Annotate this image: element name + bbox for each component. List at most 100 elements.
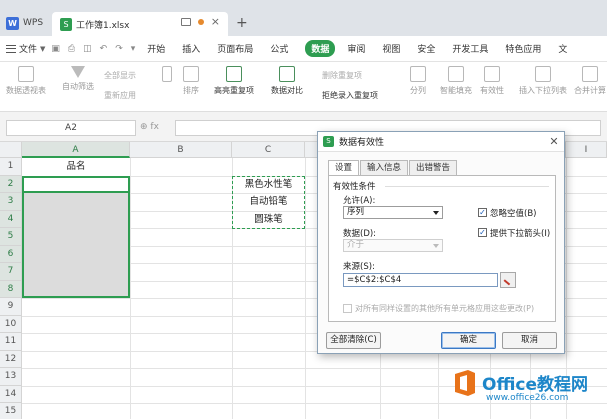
smart-fill-icon — [448, 66, 464, 82]
ignore-blank-label[interactable]: 忽略空值(B) — [490, 207, 536, 219]
row-header-9[interactable]: 9 — [0, 298, 22, 316]
file-tab[interactable]: S 工作簿1.xlsx × — [52, 12, 228, 36]
row-header-15[interactable]: 15 — [0, 403, 22, 419]
column-header-a[interactable]: A — [22, 142, 130, 158]
wps-tab-label: WPS — [23, 18, 44, 28]
data-validation-dialog: S 数据有效性 ✕ 设置 输入信息 出错警告 有效性条件 允许(A): 序列 ✓… — [317, 131, 565, 354]
highlight-duplicates-button[interactable]: 高亮重复项 — [214, 66, 254, 96]
menu-home[interactable]: 开始 — [147, 42, 165, 55]
active-cell-a2[interactable] — [22, 175, 130, 193]
dropdown-arrow-icon — [433, 244, 439, 248]
column-header-i[interactable]: I — [566, 142, 607, 158]
menu-review[interactable]: 审阅 — [347, 42, 365, 55]
group-divider — [385, 186, 549, 187]
tab-settings[interactable]: 设置 — [328, 160, 360, 176]
row-header-6[interactable]: 6 — [0, 245, 22, 263]
menu-view[interactable]: 视图 — [382, 42, 400, 55]
redo-icon[interactable]: ↷ — [115, 44, 123, 54]
select-all-corner[interactable] — [0, 142, 22, 158]
tab-error-alert[interactable]: 出错警告 — [409, 160, 458, 175]
unsaved-dot-icon — [197, 19, 204, 25]
row-header-14[interactable]: 14 — [0, 385, 22, 403]
sort-ascending-button[interactable] — [162, 66, 172, 85]
menu-data[interactable]: 数据 — [305, 40, 336, 57]
clear-all-button[interactable]: 全部清除(C) — [326, 332, 381, 349]
row-header-4[interactable]: 4 — [0, 210, 22, 228]
ok-button[interactable]: 确定 — [441, 332, 496, 349]
split-column-button[interactable]: 分列 — [410, 66, 426, 96]
file-tab-label: 工作簿1.xlsx — [76, 20, 130, 31]
preview-icon[interactable]: ◫ — [83, 44, 92, 54]
grid-line — [22, 368, 607, 369]
pivot-table-icon — [18, 66, 34, 82]
monitor-icon[interactable] — [180, 18, 191, 26]
row-header-13[interactable]: 13 — [0, 368, 22, 386]
column-header-c[interactable]: C — [232, 142, 305, 158]
grid-line — [22, 403, 607, 404]
ignore-blank-checkbox[interactable]: ✓ — [478, 208, 487, 217]
filter-icon — [71, 66, 85, 78]
name-box[interactable]: A2 — [6, 120, 136, 136]
cancel-button[interactable]: 取消 — [502, 332, 557, 349]
smart-fill-button[interactable]: 智能填充 — [440, 66, 472, 96]
range-select-icon[interactable] — [500, 272, 516, 288]
new-tab-button[interactable]: + — [236, 15, 248, 31]
dropdown-arrow-checkbox[interactable]: ✓ — [478, 228, 487, 237]
insert-dropdown-button[interactable]: 插入下拉列表 — [519, 66, 567, 96]
allow-label: 允许(A): — [343, 196, 376, 206]
row-header-7[interactable]: 7 — [0, 263, 22, 281]
remove-duplicates-button[interactable]: 删除重复项 — [322, 70, 362, 81]
row-header-10[interactable]: 10 — [0, 315, 22, 333]
close-icon[interactable]: ✕ — [546, 134, 562, 150]
validity-button[interactable]: 有效性 — [480, 66, 504, 96]
data-compare-button[interactable]: 数据对比 — [271, 66, 303, 96]
grid-line — [130, 158, 131, 419]
grid-line — [305, 158, 306, 419]
cell-a1[interactable]: 品名 — [22, 158, 130, 176]
row-header-2[interactable]: 2 — [0, 175, 22, 193]
menu-insert[interactable]: 插入 — [182, 42, 200, 55]
function-icon[interactable]: ⊕ fx — [140, 122, 159, 132]
show-all-button[interactable]: 全部显示 — [104, 70, 136, 81]
menu-developer[interactable]: 开发工具 — [452, 42, 488, 55]
menu-page-layout[interactable]: 页面布局 — [217, 42, 253, 55]
close-tab-icon[interactable]: × — [211, 16, 220, 27]
menu-features[interactable]: 特色应用 — [505, 42, 541, 55]
menu-security[interactable]: 安全 — [417, 42, 435, 55]
selected-range-a2-a8[interactable] — [22, 175, 130, 298]
tab-input-message[interactable]: 输入信息 — [360, 160, 409, 175]
row-header-3[interactable]: 3 — [0, 193, 22, 211]
office-logo-icon — [455, 370, 475, 396]
pivot-table-button[interactable]: 数据透视表 — [6, 66, 46, 96]
undo-icon[interactable]: ↶ — [100, 44, 108, 54]
source-input[interactable]: =$C$2:$C$4 — [343, 273, 498, 287]
column-header-b[interactable]: B — [130, 142, 232, 158]
sort-button[interactable]: 排序 — [183, 66, 199, 96]
menu-more[interactable]: 文 — [558, 42, 567, 55]
reapply-button[interactable]: 重新应用 — [104, 90, 136, 101]
merge-calc-button[interactable]: 合并计算 — [574, 66, 606, 96]
wps-home-tab[interactable]: W WPS — [0, 10, 48, 36]
menu-formulas[interactable]: 公式 — [270, 42, 288, 55]
group-title: 有效性条件 — [333, 182, 376, 192]
apply-all-checkbox — [343, 304, 352, 313]
row-header-5[interactable]: 5 — [0, 228, 22, 246]
row-header-8[interactable]: 8 — [0, 280, 22, 298]
print-icon[interactable]: ⎙ — [68, 44, 75, 54]
auto-filter-button[interactable]: 自动筛选 — [62, 66, 94, 92]
customize-icon[interactable]: ▾ — [131, 44, 136, 54]
wps-logo-icon: W — [6, 16, 19, 30]
allow-select[interactable]: 序列 — [343, 206, 443, 219]
data-select-value: 介于 — [347, 240, 365, 250]
row-header-11[interactable]: 11 — [0, 333, 22, 351]
file-menu[interactable]: 文件 ▼ — [6, 42, 45, 55]
sort-az-icon — [183, 66, 199, 82]
row-header-1[interactable]: 1 — [0, 158, 22, 176]
apply-all-label: 对所有同样设置的其他所有单元格应用这些更改(P) — [355, 304, 535, 313]
dropdown-arrow-label[interactable]: 提供下拉箭头(I) — [490, 227, 550, 239]
save-icon[interactable]: ▣ — [51, 44, 60, 54]
reject-duplicates-button[interactable]: 拒绝录入重复项 — [322, 90, 378, 101]
dialog-title-bar[interactable]: S 数据有效性 — [318, 132, 564, 152]
row-header-12[interactable]: 12 — [0, 350, 22, 368]
merge-calc-icon — [582, 66, 598, 82]
